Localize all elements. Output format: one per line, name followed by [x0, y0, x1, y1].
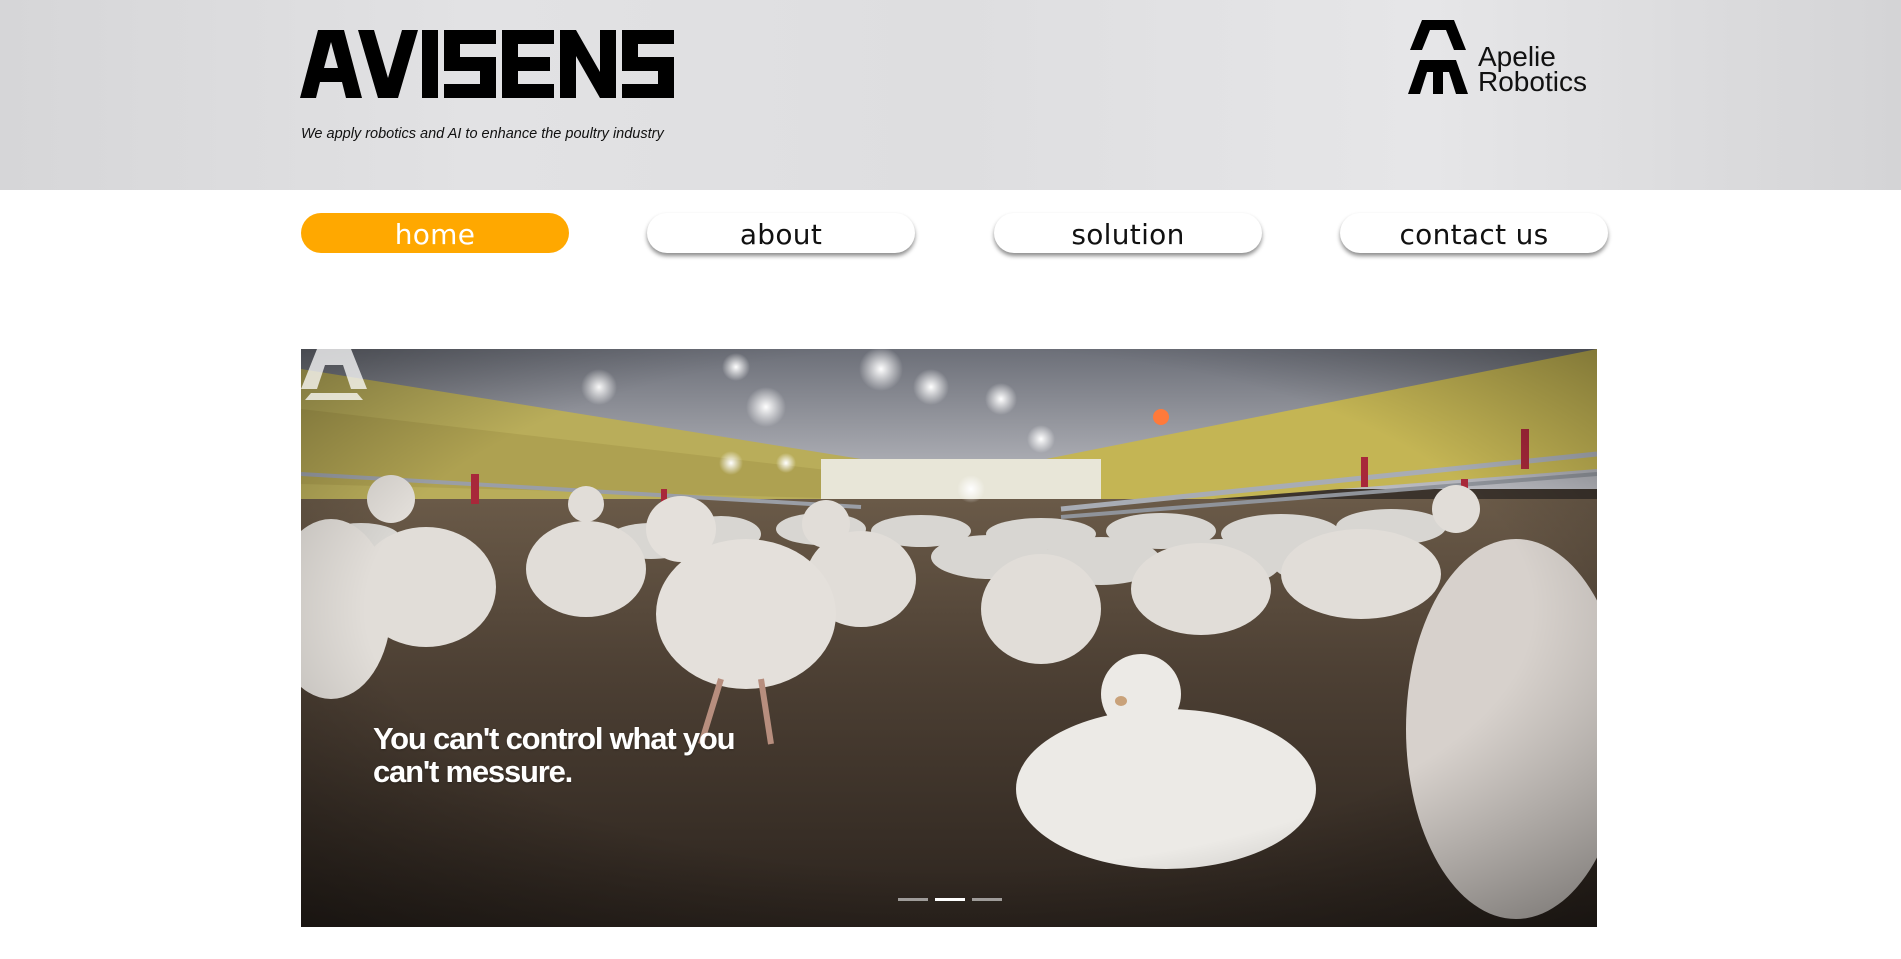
nav-solution-button[interactable]: solution — [994, 213, 1262, 253]
slide-dot-2[interactable] — [935, 898, 965, 901]
nav-about-button[interactable]: about — [647, 213, 915, 253]
partner-logo[interactable]: Apelie Robotics — [1408, 20, 1598, 100]
partner-name: Apelie Robotics — [1478, 43, 1587, 97]
brand[interactable]: We apply robotics and AI to enhance the … — [300, 30, 690, 142]
partner-name-line2: Robotics — [1478, 66, 1587, 97]
slide-dot-3[interactable] — [972, 898, 1002, 901]
avisense-logo — [300, 30, 674, 98]
page: We apply robotics and AI to enhance the … — [0, 0, 1901, 959]
hero-headline: You can't control what you can't messure… — [373, 721, 736, 789]
chicks-in-poultry-barn-photo — [301, 349, 1597, 927]
apelie-watermark-icon — [301, 349, 367, 400]
hero-headline-line1: You can't control what you — [373, 721, 736, 756]
nav-contact-us-button[interactable]: contact us — [1340, 213, 1608, 253]
hero-slideshow[interactable]: You can't control what you can't messure… — [301, 349, 1597, 927]
nav-home-button[interactable]: home — [301, 213, 569, 253]
hero-headline-line2: can't messure. — [373, 754, 573, 789]
site-header: We apply robotics and AI to enhance the … — [0, 0, 1901, 190]
slide-dot-1[interactable] — [898, 898, 928, 901]
apelie-robotics-logo-icon — [1408, 20, 1468, 94]
brand-tagline: We apply robotics and AI to enhance the … — [301, 126, 664, 142]
main-nav: home about solution contact us — [0, 213, 1901, 257]
slide-indicators — [898, 896, 1002, 902]
